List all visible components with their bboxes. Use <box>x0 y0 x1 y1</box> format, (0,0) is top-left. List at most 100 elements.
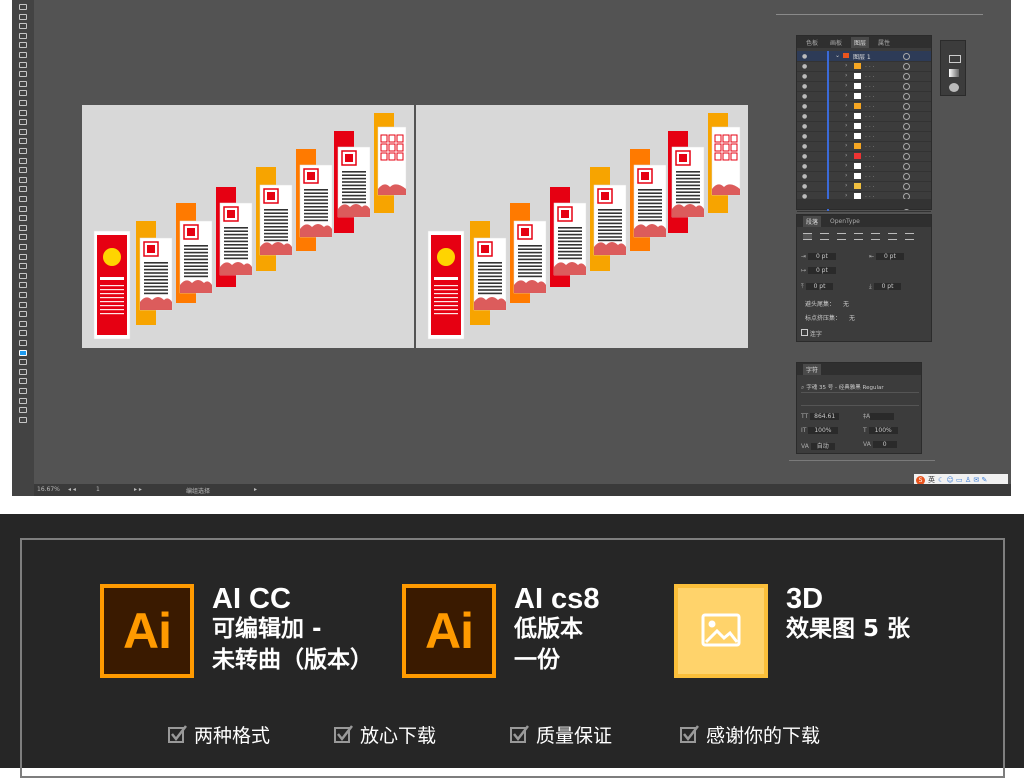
tool-icon[interactable] <box>17 263 29 270</box>
tool-icon[interactable] <box>17 148 29 155</box>
transparency-icon[interactable] <box>949 83 959 92</box>
visibility-eye-icon[interactable]: ● <box>802 63 807 70</box>
tool-icon[interactable] <box>17 128 29 136</box>
tool-icon[interactable] <box>17 388 29 395</box>
tool-icon[interactable] <box>17 109 29 117</box>
target-circle-icon[interactable] <box>903 93 910 100</box>
page-number[interactable]: 1 <box>96 486 100 493</box>
tool-icon[interactable] <box>17 311 29 318</box>
fill-color-icon[interactable] <box>17 349 29 357</box>
visibility-eye-icon[interactable]: ● <box>802 183 807 190</box>
gradient-icon[interactable] <box>949 69 959 77</box>
align-button[interactable] <box>888 233 897 240</box>
tool-icon[interactable] <box>17 196 29 203</box>
visibility-eye-icon[interactable]: ● <box>802 103 807 110</box>
tab-properties[interactable]: 属性 <box>875 37 893 48</box>
tool-icon[interactable] <box>17 330 29 337</box>
left-indent-field[interactable]: ⇥ 0 pt <box>801 253 861 262</box>
tab-artboards[interactable]: 画板 <box>827 37 845 48</box>
tracking-field[interactable]: VA 0 <box>863 441 919 450</box>
visibility-eye-icon[interactable]: ● <box>802 93 807 100</box>
target-circle-icon[interactable] <box>903 173 910 180</box>
tool-icon[interactable] <box>17 320 29 328</box>
target-circle-icon[interactable] <box>903 73 910 80</box>
tool-icon[interactable] <box>17 61 29 69</box>
tool-icon[interactable] <box>17 407 29 414</box>
align-icon[interactable] <box>949 55 961 63</box>
tool-icon[interactable] <box>17 138 29 145</box>
tool-icon[interactable] <box>17 234 29 241</box>
align-button[interactable] <box>871 233 880 240</box>
visibility-eye-icon[interactable]: ● <box>802 143 807 150</box>
font-size-field[interactable]: TT 864.61 <box>801 413 859 422</box>
tool-icon[interactable] <box>17 71 29 78</box>
visibility-eye-icon[interactable]: ● <box>802 133 807 140</box>
align-button[interactable] <box>854 233 863 240</box>
page-nav-prev-icon[interactable]: ◂ ◂ <box>68 486 76 493</box>
tool-icon[interactable] <box>17 292 29 299</box>
hyphenate-checkbox[interactable]: 连字 <box>801 329 822 338</box>
visibility-eye-icon[interactable]: ● <box>802 113 807 120</box>
font-family-select[interactable]: ⌕ 字魂 35 号 - 经典雅黑 Regular <box>801 383 919 393</box>
tool-icon[interactable] <box>17 224 29 232</box>
tool-icon[interactable] <box>17 176 29 184</box>
tab-swatches[interactable]: 色板 <box>803 37 821 48</box>
tool-icon[interactable] <box>17 157 29 165</box>
space-after-field[interactable]: ⤓ 0 pt <box>869 283 929 292</box>
tool-icon[interactable] <box>17 32 29 40</box>
tab-paragraph[interactable]: 段落 <box>803 215 822 227</box>
target-circle-icon[interactable] <box>903 153 910 160</box>
artboard-1[interactable] <box>82 105 414 348</box>
tool-icon[interactable] <box>17 244 29 251</box>
canvas-area[interactable]: 色板 画板 图层 属性 ● ⌄ 图层 1 ● ›. . . ● ›. . . ● ›. . . ● ›. … <box>34 0 1011 486</box>
target-circle-icon[interactable] <box>903 63 910 70</box>
visibility-eye-icon[interactable]: ● <box>802 83 807 90</box>
horizontal-scale-field[interactable]: T 100% <box>863 427 919 436</box>
tool-icon[interactable] <box>17 13 29 21</box>
visibility-eye-icon[interactable]: ● <box>802 173 807 180</box>
tool-icon[interactable] <box>17 80 29 88</box>
tool-icon[interactable] <box>17 42 29 49</box>
tool-icon[interactable] <box>17 167 29 174</box>
space-before-field[interactable]: ⤒ 0 pt <box>801 283 861 292</box>
tool-icon[interactable] <box>17 340 29 347</box>
tool-icon[interactable] <box>17 186 29 193</box>
tool-icon[interactable] <box>17 90 29 97</box>
first-line-indent-field[interactable]: ↦ 0 pt <box>801 267 861 276</box>
tab-opentype[interactable]: OpenType <box>827 217 863 226</box>
align-button[interactable] <box>820 233 829 240</box>
target-circle-icon[interactable] <box>903 103 910 110</box>
tool-icon[interactable] <box>17 4 29 11</box>
tab-layers[interactable]: 图层 <box>851 36 870 48</box>
tool-icon[interactable] <box>17 397 29 405</box>
tool-icon[interactable] <box>17 378 29 385</box>
visibility-eye-icon[interactable]: ● <box>802 153 807 160</box>
tool-icon[interactable] <box>17 359 29 366</box>
status-arrow-icon[interactable]: ▸ <box>254 486 257 493</box>
page-nav-next-icon[interactable]: ▸ ▸ <box>134 486 142 493</box>
tool-icon[interactable] <box>17 119 29 126</box>
align-button[interactable] <box>803 233 812 240</box>
font-style-select[interactable] <box>801 397 919 406</box>
right-indent-field[interactable]: ⇤ 0 pt <box>869 253 929 262</box>
artboard-2[interactable] <box>416 105 748 348</box>
visibility-eye-icon[interactable]: ● <box>802 163 807 170</box>
target-circle-icon[interactable] <box>903 113 910 120</box>
mojikumi-select[interactable]: 标点挤压集： 无 <box>805 313 929 322</box>
zoom-level[interactable]: 16.67% <box>37 486 60 493</box>
target-circle-icon[interactable] <box>903 123 910 130</box>
tab-character[interactable]: 字符 <box>803 363 822 375</box>
target-circle-icon[interactable] <box>903 83 910 90</box>
tool-icon[interactable] <box>17 301 29 309</box>
target-circle-icon[interactable] <box>903 143 910 150</box>
tool-icon[interactable] <box>17 23 29 30</box>
tool-icon[interactable] <box>17 253 29 261</box>
target-circle-icon[interactable] <box>903 183 910 190</box>
tool-icon[interactable] <box>17 205 29 213</box>
tool-icon[interactable] <box>17 100 29 107</box>
visibility-eye-icon[interactable]: ● <box>802 73 807 80</box>
visibility-eye-icon[interactable]: ● <box>802 53 807 60</box>
vertical-scale-field[interactable]: IT 100% <box>801 427 859 436</box>
tool-icon[interactable] <box>17 368 29 376</box>
tool-icon[interactable] <box>17 272 29 280</box>
